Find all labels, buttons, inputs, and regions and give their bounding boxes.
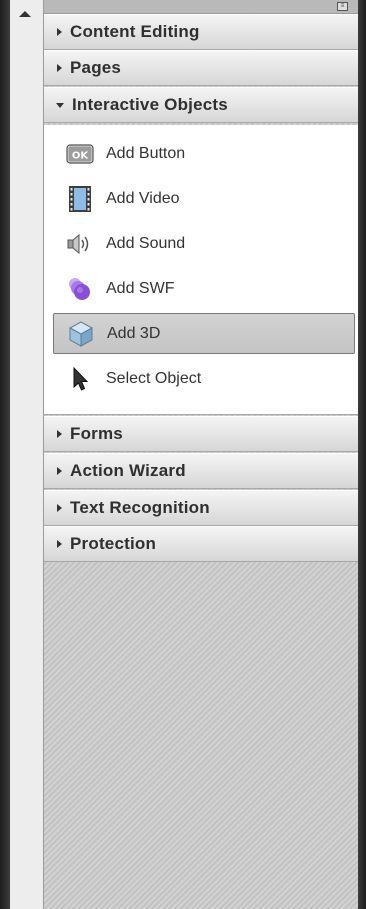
tool-add-3d[interactable]: Add 3D [53, 313, 355, 354]
window-frame-left [0, 0, 10, 909]
svg-text:OK: OK [72, 150, 90, 161]
section-label: Text Recognition [70, 498, 210, 517]
section-label: Interactive Objects [72, 95, 228, 114]
tool-label: Select Object [106, 369, 202, 387]
collapsed-triangle-icon [57, 467, 62, 475]
window-frame-right [358, 0, 366, 909]
section-action-wizard[interactable]: Action Wizard [44, 453, 358, 489]
tool-add-sound[interactable]: Add Sound [53, 223, 355, 264]
collapsed-triangle-icon [57, 540, 62, 548]
speaker-icon [66, 230, 94, 258]
ok-button-icon: OK [66, 140, 94, 168]
film-icon [66, 185, 94, 213]
section-interactive-objects[interactable]: Interactive Objects [44, 87, 358, 123]
tools-panel: ≡ Content Editing Pages Interactive Obje… [44, 0, 359, 909]
collapsed-triangle-icon [57, 64, 62, 72]
tool-label: Add Button [106, 144, 186, 162]
section-label: Protection [70, 534, 157, 553]
cube-3d-icon [67, 320, 95, 348]
panel-options-icon[interactable]: ≡ [337, 2, 348, 11]
expanded-triangle-icon [56, 102, 64, 108]
tool-label: Add Video [106, 189, 180, 207]
section-forms[interactable]: Forms [44, 416, 358, 452]
tool-label: Add 3D [107, 324, 161, 342]
scroll-strip[interactable] [10, 0, 44, 909]
tool-add-button[interactable]: OK Add Button [53, 133, 355, 174]
panel-top-bar: ≡ [44, 0, 358, 14]
section-protection[interactable]: Protection [44, 526, 358, 562]
tool-label: Add Sound [106, 234, 186, 252]
scroll-up-arrow-icon[interactable] [19, 11, 31, 17]
tool-add-swf[interactable]: Add SWF [53, 268, 355, 309]
tool-select-object[interactable]: Select Object [53, 358, 355, 399]
section-label: Forms [70, 424, 123, 443]
collapsed-triangle-icon [57, 430, 62, 438]
interactive-objects-tool-list: OK Add Button Add Video Add Sound Add SW… [44, 125, 358, 415]
section-label: Action Wizard [70, 461, 186, 480]
collapsed-triangle-icon [57, 504, 62, 512]
section-pages[interactable]: Pages [44, 50, 358, 86]
cursor-arrow-icon [66, 365, 94, 393]
section-label: Pages [70, 58, 122, 77]
collapsed-triangle-icon [57, 28, 62, 36]
section-label: Content Editing [70, 22, 200, 41]
section-content-editing[interactable]: Content Editing [44, 14, 358, 50]
tool-label: Add SWF [106, 279, 175, 297]
tool-add-video[interactable]: Add Video [53, 178, 355, 219]
section-text-recognition[interactable]: Text Recognition [44, 490, 358, 526]
swf-icon [66, 275, 94, 303]
